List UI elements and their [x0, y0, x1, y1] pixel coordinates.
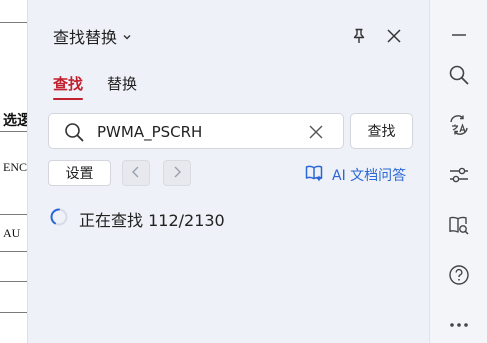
help-icon[interactable]: [447, 263, 471, 287]
search-icon[interactable]: [447, 63, 471, 87]
translate-icon[interactable]: [447, 113, 471, 137]
table-line: [0, 22, 27, 23]
filter-icon[interactable]: [447, 163, 471, 187]
doc-text-fragment: ENC: [3, 160, 27, 174]
active-tab-indicator: [53, 98, 83, 100]
chevron-right-icon: [171, 164, 183, 183]
search-input[interactable]: [95, 120, 299, 144]
table-line: [0, 214, 27, 215]
search-status-text: 正在查找 112/2130: [79, 211, 225, 230]
document-area: 选逻 ENC AU: [0, 0, 27, 343]
tab-replace[interactable]: 替换: [107, 73, 137, 94]
next-result-button[interactable]: [163, 160, 191, 186]
right-toolbar: [429, 0, 487, 343]
table-line: [0, 131, 27, 132]
minimize-icon[interactable]: [447, 23, 471, 47]
reader-icon[interactable]: [447, 213, 471, 237]
find-button[interactable]: 查找: [350, 113, 413, 149]
more-icon[interactable]: [447, 313, 471, 337]
panel-title-dropdown[interactable]: 查找替换: [53, 24, 132, 48]
previous-result-button[interactable]: [122, 160, 150, 186]
table-line: [0, 251, 27, 252]
doc-text-fragment: 选逻: [3, 114, 27, 129]
tab-find[interactable]: 查找: [53, 73, 83, 94]
chevron-down-icon: [122, 27, 132, 46]
find-replace-panel: 查找替换 查找 替换 查找 设置: [27, 0, 429, 343]
search-status: 正在查找 112/2130: [49, 207, 225, 231]
loading-spinner-icon: [49, 207, 69, 231]
table-line: [0, 281, 27, 282]
doc-text-fragment: AU: [3, 226, 21, 240]
ai-doc-qa-link[interactable]: AI 文档问答: [304, 163, 406, 187]
pin-icon[interactable]: [348, 26, 370, 46]
ai-doc-qa-label: AI 文档问答: [332, 168, 407, 184]
ai-book-icon: [304, 163, 324, 187]
table-line: [0, 312, 27, 313]
clear-icon[interactable]: [307, 123, 325, 141]
close-icon[interactable]: [383, 26, 405, 46]
panel-title: 查找替换: [53, 28, 118, 47]
chevron-left-icon: [130, 164, 142, 183]
settings-button[interactable]: 设置: [48, 160, 111, 186]
search-box: [48, 113, 344, 149]
search-icon: [64, 122, 84, 146]
